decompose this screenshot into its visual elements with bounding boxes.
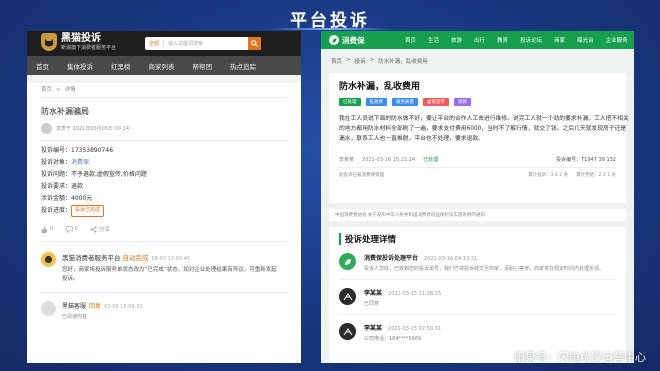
complaint-user: 李某某: [339, 157, 355, 163]
field-demand: 投诉要求： 退款: [41, 183, 84, 190]
heimao-nav: 首页 集体投诉 红黑榜 商家列表 帮帮团 热点追踪: [27, 56, 301, 75]
avatar: [339, 253, 356, 270]
avatar: [41, 123, 52, 134]
breadcrumb: 首页 > 投诉 > 防水补漏，乱收费用: [331, 57, 428, 65]
tag-refund: 退款: [454, 98, 471, 106]
crumb-home[interactable]: 首页: [331, 57, 342, 65]
xfb-screenshot: 消费保 首页 生活 旅游 出行 教育 投诉论坛 商家 曝光台 企业服务 首页 >…: [321, 31, 634, 363]
notice-banner[interactable]: 中国消费者协会 关于发布中华人民共和国消费者权益保护法实施条例的通知: [329, 209, 626, 221]
complaint-description: 我在工人员说下面的防水做不好，要让平台的合作人工去进行维修。说完工人就一个劲的要…: [339, 116, 629, 142]
field-amount: 涉诉金额： 4000元: [41, 195, 93, 202]
share-icon: [90, 225, 97, 233]
xfb-header: 消费保 首页 生活 旅游 出行 教育 投诉论坛 商家 曝光台 企业服务: [321, 31, 634, 49]
share-button[interactable]: 分享: [90, 225, 110, 233]
search-icon[interactable]: [248, 37, 261, 50]
user-icon: [343, 292, 352, 300]
nav-forum[interactable]: 投诉论坛: [514, 36, 548, 44]
nav-life[interactable]: 生活: [422, 36, 445, 44]
processing-details: 投诉处理详情 消费保投诉处理平台 2021-03-16 09:13:31 投诉人您…: [329, 227, 626, 363]
avatar: [41, 252, 56, 267]
list-item: 李某某 2021-03-15 07:50:31 公司电话：184****5669: [339, 323, 616, 343]
heimao-logo-main: 黑猫投诉: [61, 32, 101, 44]
heimao-search-bar[interactable]: 全部 输入关键词搜索: [145, 37, 261, 50]
breadcrumb: 首页 > 详情: [41, 85, 287, 98]
nav-education[interactable]: 教育: [491, 36, 514, 44]
avatar: [41, 301, 56, 316]
search-input[interactable]: 输入关键词搜索: [164, 40, 248, 47]
list-item: 李某某 2021-03-15 11:28:15 已同意: [339, 288, 616, 308]
tag-overcharge: 乱收费: [365, 98, 387, 106]
reply-status: 自动完成: [122, 254, 149, 262]
crumb-detail: 详情: [64, 87, 76, 93]
complaint-title: 防水补漏，乱收费用: [339, 82, 421, 92]
nav-red-black-list[interactable]: 红黑榜: [102, 61, 140, 71]
comment-icon: [65, 225, 73, 233]
reply-time: 07-08 16:09:32: [104, 304, 143, 310]
nav-home[interactable]: 首页: [399, 36, 422, 44]
nav-merchant-list[interactable]: 商家列表: [140, 61, 184, 71]
title-underline: [268, 28, 392, 30]
avatar: [339, 323, 356, 340]
tag-false-ad: 虚假宣传: [423, 98, 449, 106]
nav-exposure[interactable]: 曝光台: [571, 36, 600, 44]
action-bar: 0 0 分享: [41, 225, 287, 242]
comment-button[interactable]: 0: [65, 225, 78, 233]
watermark: 雨果号：闪电优家运营中心: [514, 351, 646, 364]
xfb-logo[interactable]: 消费保: [321, 35, 399, 46]
crumb-complaint[interactable]: 投诉: [355, 57, 366, 65]
user-icon: [343, 327, 352, 335]
status-badge: 投诉已完成: [71, 205, 105, 217]
field-issue: 投诉问题： 不予退款,虚假宣传,价格问题: [41, 171, 147, 178]
complaint-card: 防水补漏，乱收费用 已处理 乱收费 服务质量 虚假宣传 退款 我在工人员说下面的…: [329, 73, 629, 203]
field-target: 投诉对象： 消费保: [41, 157, 287, 169]
reply-platform: 黑猫消费者服务平台 自动完成 08-07 17:00:45 您好，商家将投诉服务单状…: [41, 252, 287, 284]
reply-time: 08-07 17:00:45: [151, 256, 191, 262]
nav-help-group[interactable]: 帮帮团: [184, 61, 222, 71]
heimao-screenshot: 黑猫投诉 新浪旗下消费者服务平台 全部 输入关键词搜索 首页 集体投诉 红黑榜 …: [27, 31, 301, 363]
complaint-meta: 李某某 2021-03-16 15:23:14 已处理 投诉编号：T1947 3…: [339, 156, 616, 164]
nav-travel[interactable]: 旅游: [445, 36, 468, 44]
reply-text: 已阅读内容: [62, 314, 88, 320]
complaint-fields: 投诉编号： 17353890746 投诉对象： 消费保 投诉问题： 不予退款,虚假宣传…: [41, 145, 287, 217]
field-id: 投诉编号： 17353890746: [41, 147, 114, 154]
cat-icon: [44, 255, 53, 264]
reply-status: 回复: [89, 303, 102, 310]
like-button[interactable]: 0: [41, 225, 54, 233]
search-scope-select[interactable]: 全部: [145, 40, 165, 47]
complaint-time: 2021-03-16 15:23:14: [362, 156, 416, 163]
nav-group-complaint[interactable]: 集体投诉: [58, 61, 102, 71]
section-title: 投诉处理详情: [339, 233, 616, 245]
reply-text: 您好，商家将投诉服务单状态改为“已完成”状态，如对企业处理结果有异议，可重新发起…: [62, 267, 277, 282]
avatar: [339, 288, 356, 305]
heimao-header: 黑猫投诉 新浪旗下消费者服务平台 全部 输入关键词搜索: [27, 31, 301, 56]
nav-merchant[interactable]: 商家: [548, 36, 571, 44]
leaf-icon: [329, 35, 339, 45]
nav-home[interactable]: 首页: [27, 61, 58, 71]
tag-quality: 服务质量: [392, 98, 418, 106]
complaint-title: 防水补漏骗局: [41, 107, 89, 116]
reply-service: 黑猫客服 回复 07-08 16:09:32 已阅读内容: [41, 292, 287, 320]
target-link[interactable]: 消费保: [71, 157, 89, 169]
complaint-footer: 此投诉已被消费保受理 累计投诉：3 4 2 条 累计完结：2 3 1 条: [339, 173, 616, 178]
leaf-icon: [344, 258, 351, 265]
complaint-id: 投诉编号：T1947 39 132: [556, 157, 616, 163]
cat-icon: [41, 33, 57, 51]
post-time: 发表于 2021年05月05日 00:14: [56, 126, 130, 132]
heimao-logo[interactable]: 黑猫投诉 新浪旗下消费者服务平台: [41, 33, 116, 51]
list-item: 消费保投诉处理平台 2021-03-16 09:13:31 投诉人您好，已收到您的…: [339, 253, 616, 273]
heimao-logo-sub: 新浪旗下消费者服务平台: [61, 44, 117, 51]
xfb-nav: 首页 生活 旅游 出行 教育 投诉论坛 商家 曝光台 企业服务: [399, 36, 634, 44]
tag-processed: 已处理: [339, 98, 361, 106]
field-progress: 投诉进度： 投诉已完成: [41, 205, 287, 217]
tag-list: 已处理 乱收费 服务质量 虚假宣传 退款: [339, 98, 616, 106]
nav-enterprise[interactable]: 企业服务: [600, 36, 634, 44]
crumb-home[interactable]: 首页: [41, 87, 52, 93]
nav-transport[interactable]: 出行: [468, 36, 491, 44]
complaint-meta: 发表于 2021年05月05日 00:14: [41, 123, 287, 141]
status-badge: 已处理: [423, 157, 439, 163]
nav-hot-track[interactable]: 热点追踪: [221, 61, 265, 71]
thumb-up-icon: [41, 226, 48, 233]
crumb-current: 防水补漏，乱收费用: [378, 59, 428, 65]
